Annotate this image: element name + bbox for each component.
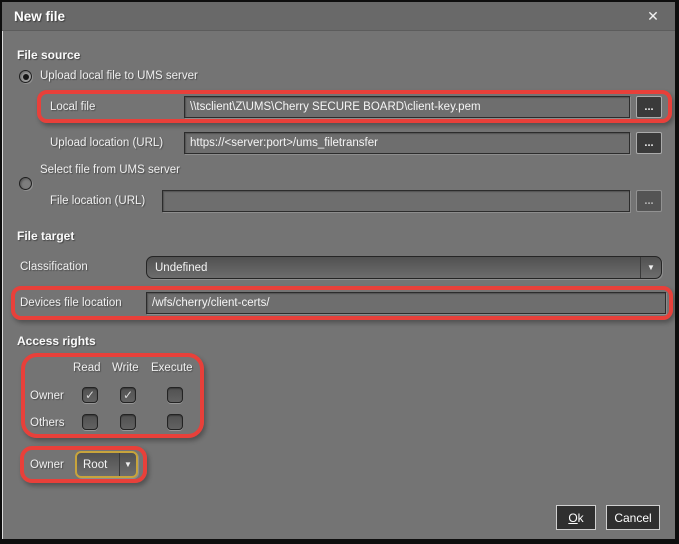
upload-location-label: Upload location (URL): [50, 137, 163, 149]
column-header-read: Read: [73, 362, 101, 374]
radio-select-file-from-ums-label: Select file from UMS server: [40, 164, 180, 176]
checkbox-others-write[interactable]: [120, 414, 136, 430]
classification-value: Undefined: [147, 262, 640, 274]
devices-file-location-label: Devices file location: [20, 297, 122, 309]
upload-location-input[interactable]: https://<server:port>/ums_filetransfer: [184, 132, 630, 154]
new-file-dialog: New file ✕ File source Upload local file…: [0, 0, 679, 544]
access-rights-section-label: Access rights: [17, 334, 96, 348]
dialog-title: New file: [14, 9, 65, 24]
checkbox-owner-write[interactable]: ✓: [120, 387, 136, 403]
local-file-label: Local file: [50, 101, 95, 113]
local-file-input[interactable]: \\tsclient\Z\UMS\Cherry SECURE BOARD\cli…: [184, 96, 630, 118]
row-owner-label: Owner: [30, 390, 64, 402]
file-target-section-label: File target: [17, 229, 74, 243]
checkbox-owner-execute[interactable]: [167, 387, 183, 403]
devices-file-location-input[interactable]: /wfs/cherry/client-certs/: [146, 292, 666, 314]
file-location-input[interactable]: [162, 190, 630, 212]
local-file-browse-button[interactable]: ...: [636, 96, 662, 118]
chevron-down-icon: ▼: [640, 257, 661, 278]
cancel-button[interactable]: Cancel: [606, 505, 660, 530]
radio-select-file-from-ums[interactable]: [19, 177, 32, 190]
column-header-execute: Execute: [151, 362, 193, 374]
column-header-write: Write: [112, 362, 139, 374]
owner-select-label: Owner: [30, 459, 64, 471]
radio-upload-local-file[interactable]: [19, 70, 32, 83]
classification-label: Classification: [20, 261, 88, 273]
checkbox-owner-read[interactable]: ✓: [82, 387, 98, 403]
owner-dropdown[interactable]: Root ▼: [75, 451, 138, 478]
ok-button[interactable]: Ok: [556, 505, 596, 530]
checkbox-others-read[interactable]: [82, 414, 98, 430]
chevron-down-icon: ▼: [119, 453, 136, 476]
checkbox-others-execute[interactable]: [167, 414, 183, 430]
close-icon[interactable]: ✕: [639, 2, 667, 31]
file-location-browse-button[interactable]: ...: [636, 190, 662, 212]
owner-dropdown-value: Root: [77, 459, 119, 471]
row-others-label: Others: [30, 417, 65, 429]
radio-upload-local-file-label: Upload local file to UMS server: [40, 70, 198, 82]
file-location-label: File location (URL): [50, 195, 145, 207]
title-bar: New file ✕: [2, 2, 675, 31]
classification-dropdown[interactable]: Undefined ▼: [146, 256, 662, 279]
upload-location-browse-button[interactable]: ...: [636, 132, 662, 154]
file-source-section-label: File source: [17, 48, 80, 62]
